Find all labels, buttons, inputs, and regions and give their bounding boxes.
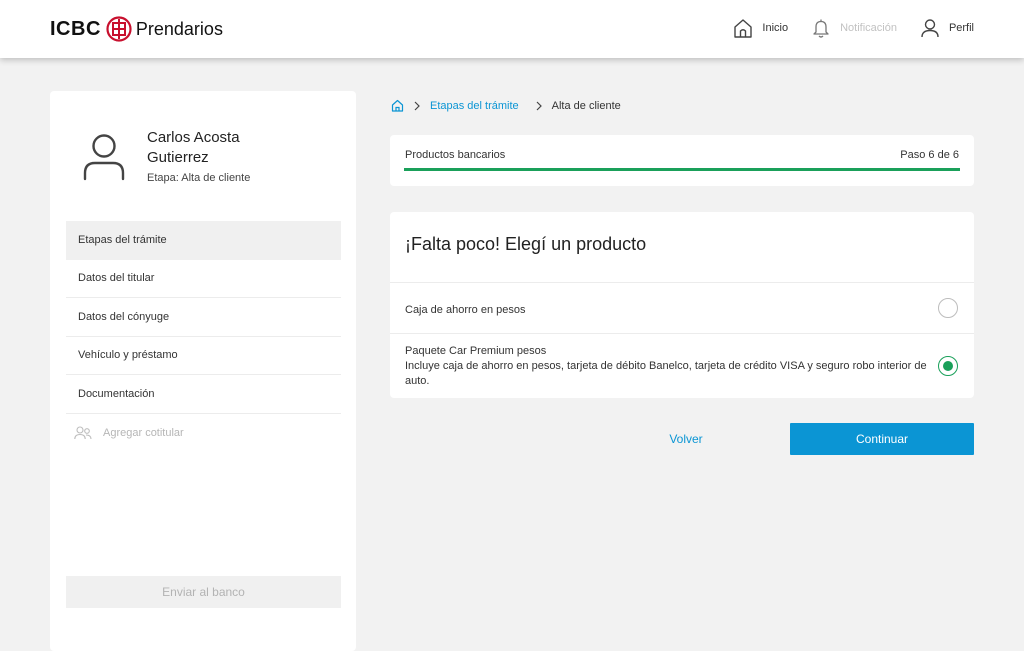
breadcrumb-link-etapas[interactable]: Etapas del trámite bbox=[430, 100, 519, 112]
top-header: ICBC Prendarios Inicio Notificación Perf… bbox=[0, 0, 1024, 58]
nav-home[interactable]: Inicio bbox=[732, 17, 788, 39]
user-icon bbox=[921, 19, 939, 38]
product-selection-card: ¡Falta poco! Elegí un producto Caja de a… bbox=[390, 212, 974, 398]
logo[interactable]: ICBC Prendarios bbox=[50, 16, 223, 42]
nav-notifications-label: Notificación bbox=[840, 22, 897, 34]
bell-icon bbox=[813, 19, 829, 38]
client-name-line1: Carlos Acosta bbox=[147, 129, 240, 146]
home-icon[interactable] bbox=[391, 99, 404, 112]
product-option-label: Paquete Car Premium pesos bbox=[405, 345, 547, 357]
progress-step: Paso 6 de 6 bbox=[900, 149, 959, 161]
icbc-emblem-icon bbox=[106, 16, 132, 42]
client-name-line2: Gutierrez bbox=[147, 149, 209, 166]
nav-notifications[interactable]: Notificación bbox=[810, 17, 897, 39]
sidebar-item-conyuge[interactable]: Datos del cónyuge bbox=[66, 298, 341, 337]
sidebar-item-cotitular[interactable]: Agregar cotitular bbox=[66, 414, 341, 453]
nav-home-label: Inicio bbox=[762, 22, 789, 34]
product-option-text: Paquete Car Premium pesos Incluye caja d… bbox=[405, 344, 930, 389]
product-option-caja-ahorro[interactable]: Caja de ahorro en pesos bbox=[390, 282, 974, 333]
nav-profile[interactable]: Perfil bbox=[919, 17, 974, 39]
profile-avatar-icon bbox=[83, 134, 125, 181]
sidebar-item-label: Datos del cónyuge bbox=[78, 310, 170, 323]
client-stage: Etapa: Alta de cliente bbox=[147, 172, 251, 184]
home-icon bbox=[734, 19, 753, 38]
sidebar-item-label: Etapas del trámite bbox=[78, 233, 167, 246]
breadcrumb-current: Alta de cliente bbox=[551, 99, 621, 112]
logo-icbc-text: ICBC bbox=[50, 17, 101, 40]
sidebar-item-label: Vehículo y préstamo bbox=[78, 349, 178, 362]
radio-unselected-icon[interactable] bbox=[938, 298, 958, 318]
sidebar-menu: Etapas del trámite Datos del titular Dat… bbox=[66, 221, 341, 452]
chevron-right-icon bbox=[536, 101, 542, 110]
top-nav: Inicio Notificación Perfil bbox=[710, 17, 974, 39]
nav-profile-label: Perfil bbox=[948, 22, 974, 34]
progress-bar bbox=[404, 168, 960, 171]
product-option-label: Caja de ahorro en pesos bbox=[405, 304, 526, 316]
sidebar-item-vehiculo[interactable]: Vehículo y préstamo bbox=[66, 337, 341, 375]
back-button[interactable]: Volver bbox=[642, 432, 730, 448]
send-to-bank-button[interactable]: Enviar al banco bbox=[66, 576, 341, 608]
sidebar-item-documentacion[interactable]: Documentación bbox=[66, 375, 341, 414]
sidebar: Carlos Acosta Gutierrez Etapa: Alta de c… bbox=[50, 91, 356, 651]
users-add-icon bbox=[74, 426, 92, 439]
sidebar-item-etapas[interactable]: Etapas del trámite bbox=[66, 221, 341, 260]
sidebar-item-label: Agregar cotitular bbox=[103, 426, 184, 439]
radio-selected-icon[interactable] bbox=[938, 356, 958, 376]
sidebar-item-label: Datos del titular bbox=[78, 272, 155, 285]
product-option-description: Incluye caja de ahorro en pesos, tarjeta… bbox=[405, 360, 927, 387]
product-option-car-premium[interactable]: Paquete Car Premium pesos Incluye caja d… bbox=[390, 333, 974, 398]
continue-button[interactable]: Continuar bbox=[790, 423, 974, 455]
radio-dot bbox=[943, 361, 953, 371]
progress-label: Productos bancarios bbox=[405, 149, 506, 161]
sidebar-item-label: Documentación bbox=[78, 387, 155, 400]
product-selection-title: ¡Falta poco! Elegí un producto bbox=[405, 234, 647, 254]
progress-card: Productos bancarios Paso 6 de 6 bbox=[390, 135, 974, 186]
breadcrumb: Etapas del trámite Alta de cliente bbox=[391, 99, 621, 112]
logo-brand-text: Prendarios bbox=[135, 18, 223, 39]
sidebar-item-titular[interactable]: Datos del titular bbox=[66, 260, 341, 298]
progress-bar-fill bbox=[404, 168, 960, 171]
chevron-right-icon bbox=[414, 101, 420, 110]
client-name: Carlos Acosta Gutierrez bbox=[147, 128, 240, 168]
